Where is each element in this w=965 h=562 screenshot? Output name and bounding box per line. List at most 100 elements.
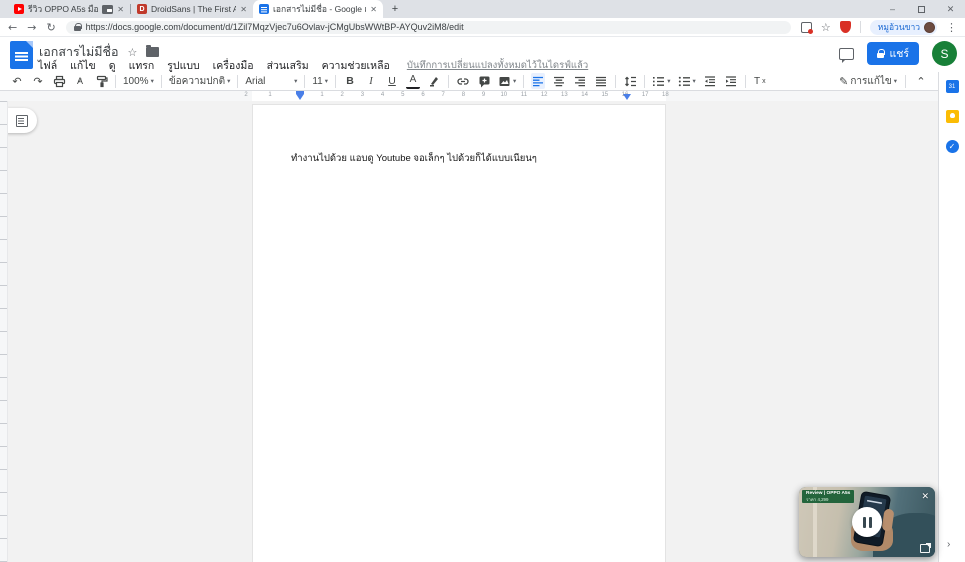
ruler-number: 10 <box>500 92 508 98</box>
pip-close-icon[interactable]: ✕ <box>921 491 929 502</box>
share-button[interactable]: แชร์ <box>867 42 919 65</box>
profile-chip[interactable]: หมูอ้วนขาว <box>869 19 937 35</box>
line-spacing-icon[interactable] <box>623 73 637 89</box>
tab-strip: รีวิว OPPO A5s มือถือจอใหญ่จุใจ 5 ✕ D Dr… <box>0 0 965 18</box>
tab-close-icon[interactable]: ✕ <box>240 5 247 14</box>
tab-title: รีวิว OPPO A5s มือถือจอใหญ่จุใจ 5 <box>28 4 99 14</box>
pause-button[interactable] <box>852 507 882 537</box>
close-window-button[interactable]: ✕ <box>936 0 965 18</box>
hide-side-panel-icon[interactable]: › <box>947 539 950 550</box>
ruler-number: 9 <box>481 92 486 98</box>
right-indent-marker[interactable] <box>623 94 631 100</box>
document-canvas: ทำงานไปด้วย แอบดู Youtube จอเล็กๆ ไปด้วย… <box>0 101 938 562</box>
tab-close-icon[interactable]: ✕ <box>117 5 124 14</box>
picture-in-picture-window[interactable]: Review | OPPO A5s ราคา 4,299 ✕ <box>799 487 935 557</box>
align-center-button[interactable] <box>552 73 566 89</box>
redo-icon[interactable]: ↷ <box>31 73 45 89</box>
editing-mode-select[interactable]: ✎ การแก้ไข ▾ <box>839 73 897 89</box>
ruler-number: 17 <box>641 92 649 98</box>
zoom-select[interactable]: 100% ▾ <box>123 73 154 89</box>
share-lock-icon <box>877 49 886 58</box>
docs-favicon-icon <box>259 4 269 14</box>
document-page[interactable]: ทำงานไปด้วย แอบดู Youtube จอเล็กๆ ไปด้วย… <box>252 104 666 562</box>
window-controls: – ✕ <box>878 0 965 18</box>
tab-google-docs[interactable]: เอกสารไม่มีชื่อ - Google เอกสาร ✕ <box>253 0 383 18</box>
outline-icon <box>15 114 28 127</box>
tab-droidsans[interactable]: D DroidSans | The First Android Co ✕ <box>131 0 253 18</box>
ruler-number: 1 <box>320 92 324 98</box>
vertical-ruler <box>0 101 8 562</box>
tab-close-icon[interactable]: ✕ <box>370 5 377 14</box>
highlight-color-icon[interactable] <box>427 73 441 89</box>
divider <box>859 21 861 33</box>
browser-menu-icon[interactable]: ⋮ <box>946 21 957 34</box>
paint-format-icon[interactable] <box>94 73 108 89</box>
bookmark-star-icon[interactable]: ☆ <box>821 21 831 34</box>
keep-icon[interactable] <box>945 110 959 123</box>
align-left-button[interactable] <box>531 73 546 89</box>
ruler-number: 1 <box>268 92 272 98</box>
browser-window: รีวิว OPPO A5s มือถือจอใหญ่จุใจ 5 ✕ D Dr… <box>0 0 965 562</box>
docs-header: เอกสารไม่มีชื่อ ☆ ไฟล์ แก้ไข ดู แทรก รูป… <box>0 37 965 72</box>
insert-link-icon[interactable] <box>456 73 470 89</box>
tasks-icon[interactable]: ✓ <box>945 140 959 153</box>
profile-name: หมูอ้วนขาว <box>877 22 920 32</box>
ruler-number: 5 <box>401 92 405 98</box>
minimize-button[interactable]: – <box>878 0 907 18</box>
ruler-number: 6 <box>421 92 425 98</box>
show-outline-button[interactable] <box>6 108 37 133</box>
bold-button[interactable]: B <box>343 73 357 89</box>
collapse-toolbar-icon[interactable]: ⌃ <box>914 73 928 89</box>
spellcheck-icon[interactable]: A <box>73 73 87 89</box>
ruler-number: 4 <box>380 92 385 98</box>
tab-title: เอกสารไม่มีชื่อ - Google เอกสาร <box>273 4 366 14</box>
left-indent-marker[interactable] <box>296 94 304 100</box>
droidsans-favicon-icon: D <box>137 4 147 14</box>
font-select[interactable]: Arial ▾ <box>245 73 297 89</box>
italic-button[interactable]: I <box>364 73 378 89</box>
align-right-button[interactable] <box>573 73 587 89</box>
google-docs-logo-icon[interactable] <box>10 41 33 69</box>
new-tab-button[interactable]: + <box>383 0 407 18</box>
saved-status-link[interactable]: บันทึกการเปลี่ยนแปลงทั้งหมดไว้ในไดรฟ์แล้… <box>407 58 588 73</box>
youtube-favicon-icon <box>14 4 24 14</box>
google-side-panel: 31 ✓ › <box>938 72 965 562</box>
ruler-number: 3 <box>360 92 365 98</box>
move-folder-icon[interactable] <box>146 45 160 57</box>
document-text[interactable]: ทำงานไปด้วย แอบดู Youtube จอเล็กๆ ไปด้วย… <box>291 151 537 166</box>
secure-lock-icon <box>73 22 82 32</box>
ruler-number: 8 <box>461 92 466 98</box>
adblock-shield-icon[interactable] <box>839 21 851 33</box>
increase-indent-icon[interactable] <box>724 73 738 89</box>
insert-image-icon[interactable]: ▾ <box>498 73 516 89</box>
add-comment-icon[interactable] <box>477 73 491 89</box>
url-input[interactable]: https://docs.google.com/document/d/1Zil7… <box>65 20 791 34</box>
clear-formatting-button[interactable]: Tx <box>753 73 767 89</box>
open-comments-icon[interactable] <box>839 47 855 63</box>
underline-button[interactable]: U <box>385 73 399 89</box>
numbered-list-icon[interactable]: ▾ <box>652 73 671 89</box>
undo-icon[interactable]: ↶ <box>10 73 24 89</box>
forward-icon[interactable]: → <box>27 21 36 34</box>
paragraph-style-select[interactable]: ข้อความปกติ ▾ <box>169 73 231 89</box>
account-avatar[interactable]: S <box>932 41 957 66</box>
ruler-number: 7 <box>441 92 445 98</box>
ruler-number: 11 <box>520 92 528 98</box>
reload-icon[interactable]: ↻ <box>46 21 55 34</box>
docs-toolbar: ↶ ↷ A 100%▾ ข้อความปกติ▾ Arial▾ 11▾ B I … <box>0 72 938 91</box>
back-icon[interactable]: ← <box>8 21 17 34</box>
font-size-select[interactable]: 11 ▾ <box>312 73 328 89</box>
bulleted-list-icon[interactable]: ▾ <box>678 73 696 89</box>
ruler-number: 2 <box>340 92 344 98</box>
extension-icon[interactable] <box>800 21 813 34</box>
tab-youtube[interactable]: รีวิว OPPO A5s มือถือจอใหญ่จุใจ 5 ✕ <box>8 0 130 18</box>
back-to-tab-icon[interactable] <box>920 543 931 553</box>
decrease-indent-icon[interactable] <box>703 73 717 89</box>
text-color-button[interactable]: A <box>406 73 421 89</box>
calendar-icon[interactable]: 31 <box>945 80 959 93</box>
share-label: แชร์ <box>889 48 909 60</box>
print-icon[interactable] <box>52 73 66 89</box>
maximize-button[interactable] <box>907 0 936 18</box>
ruler-number: 15 <box>601 92 609 98</box>
justify-button[interactable] <box>594 73 608 89</box>
